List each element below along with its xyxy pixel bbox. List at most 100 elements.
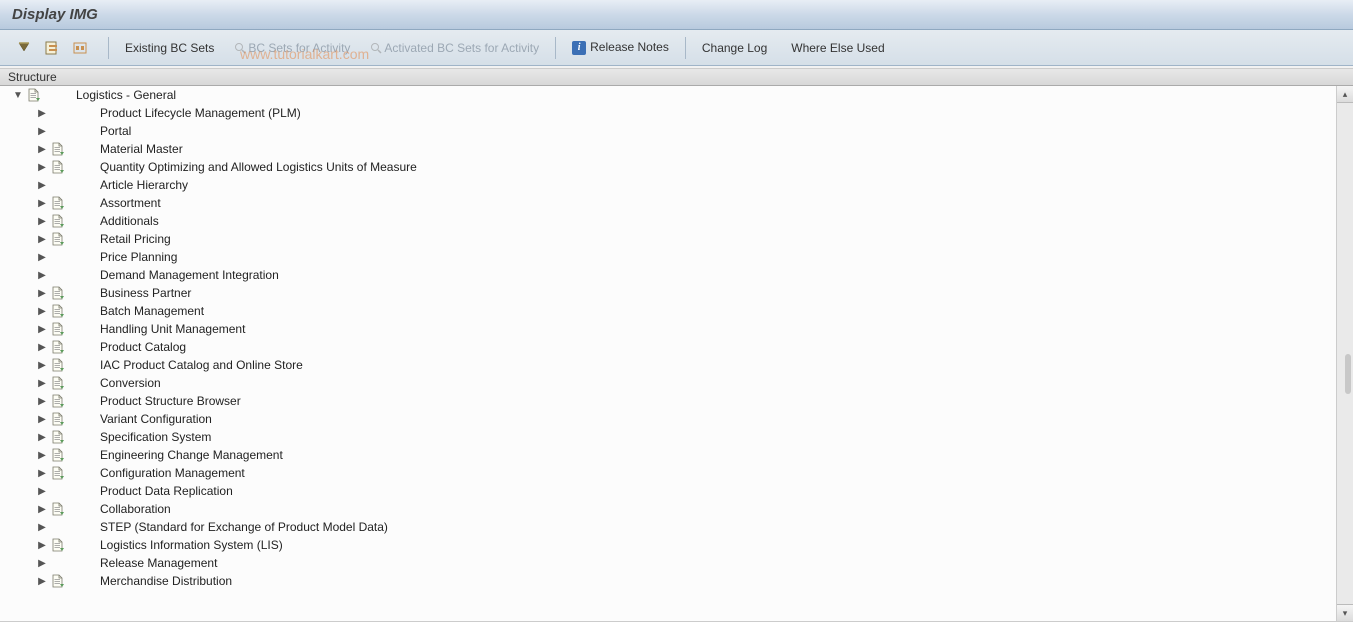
tree-node-label[interactable]: Logistics Information System (LIS) <box>100 538 283 552</box>
document-icon[interactable] <box>50 286 66 300</box>
tree-node-row[interactable]: ▶ Product Data Replication <box>8 482 1335 500</box>
document-icon[interactable] <box>50 376 66 390</box>
expand-icon[interactable]: ▶ <box>36 179 48 191</box>
change-log-button[interactable]: Change Log <box>698 41 771 55</box>
tree-node-label[interactable]: Logistics - General <box>76 88 176 102</box>
tree-node-label[interactable]: Release Management <box>100 556 217 570</box>
document-icon[interactable] <box>50 502 66 516</box>
document-icon[interactable] <box>26 88 42 102</box>
expand-icon[interactable]: ▶ <box>36 359 48 371</box>
tree-node-row[interactable]: ▶ Specification System <box>8 428 1335 446</box>
tree-node-row[interactable]: ▶ Demand Management Integration <box>8 266 1335 284</box>
tree-node-label[interactable]: Quantity Optimizing and Allowed Logistic… <box>100 160 417 174</box>
tree-node-row[interactable]: ▶ Retail Pricing <box>8 230 1335 248</box>
expand-icon[interactable]: ▶ <box>36 485 48 497</box>
document-icon[interactable] <box>50 538 66 552</box>
tree-node-label[interactable]: Demand Management Integration <box>100 268 279 282</box>
expand-icon[interactable]: ▶ <box>36 467 48 479</box>
document-icon[interactable] <box>50 160 66 174</box>
scrollbar-handle[interactable] <box>1345 354 1351 394</box>
tree-node-label[interactable]: Retail Pricing <box>100 232 171 246</box>
tree-node-label[interactable]: Material Master <box>100 142 183 156</box>
document-icon[interactable] <box>50 232 66 246</box>
tree-node-row[interactable]: ▶Portal <box>8 122 1335 140</box>
expand-icon[interactable]: ▶ <box>36 305 48 317</box>
expand-icon[interactable]: ▶ <box>36 197 48 209</box>
tree-node-row[interactable]: ▶ Additionals <box>8 212 1335 230</box>
tree-node-row[interactable]: ▶Engineering Change Management <box>8 446 1335 464</box>
img-activity-icon[interactable] <box>42 38 62 58</box>
tree-node-row[interactable]: ▶ Collaboration <box>8 500 1335 518</box>
tree-node-row[interactable]: ▶ Product Lifecycle Management (PLM) <box>8 104 1335 122</box>
expand-icon[interactable]: ▶ <box>36 413 48 425</box>
expand-icon[interactable]: ▶ <box>36 449 48 461</box>
tree-node-row[interactable]: ▶ Quantity Optimizing and Allowed Logisti… <box>8 158 1335 176</box>
document-icon[interactable] <box>50 304 66 318</box>
tree-root-row[interactable]: ▼Logistics - General <box>8 86 1335 104</box>
tree-node-label[interactable]: Additionals <box>100 214 159 228</box>
tree-node-label[interactable]: Handling Unit Management <box>100 322 245 336</box>
tree-node-row[interactable]: ▶ Handling Unit Management <box>8 320 1335 338</box>
tree-node-row[interactable]: ▶ Assortment <box>8 194 1335 212</box>
tree-node-row[interactable]: ▶Product Catalog <box>8 338 1335 356</box>
tree-node-row[interactable]: ▶ Logistics Information System (LIS) <box>8 536 1335 554</box>
tree-node-label[interactable]: Collaboration <box>100 502 171 516</box>
expand-icon[interactable]: ▶ <box>36 215 48 227</box>
document-icon[interactable] <box>50 394 66 408</box>
expand-icon[interactable]: ▶ <box>36 251 48 263</box>
window-vertical-scrollbar[interactable] <box>1343 86 1353 622</box>
expand-icon[interactable]: ▶ <box>36 341 48 353</box>
expand-icon[interactable]: ▶ <box>36 395 48 407</box>
tree-node-row[interactable]: ▶ Release Management <box>8 554 1335 572</box>
tree-node-row[interactable]: ▶Business Partner <box>8 284 1335 302</box>
expand-icon[interactable]: ▶ <box>36 377 48 389</box>
expand-icon[interactable]: ▶ <box>36 503 48 515</box>
tree-node-row[interactable]: ▶ Batch Management <box>8 302 1335 320</box>
document-icon[interactable] <box>50 214 66 228</box>
tree-node-row[interactable]: ▶ Configuration Management <box>8 464 1335 482</box>
document-icon[interactable] <box>50 322 66 336</box>
expand-subtree-icon[interactable] <box>14 38 34 58</box>
document-icon[interactable] <box>50 340 66 354</box>
expand-icon[interactable]: ▶ <box>36 233 48 245</box>
document-icon[interactable] <box>50 430 66 444</box>
tree-node-label[interactable]: Variant Configuration <box>100 412 212 426</box>
tree-node-label[interactable]: STEP (Standard for Exchange of Product M… <box>100 520 388 534</box>
expand-icon[interactable]: ▶ <box>36 161 48 173</box>
expand-icon[interactable]: ▶ <box>36 269 48 281</box>
tree-node-label[interactable]: Conversion <box>100 376 161 390</box>
tree-node-label[interactable]: Product Data Replication <box>100 484 233 498</box>
tree-node-row[interactable]: ▶Price Planning <box>8 248 1335 266</box>
expand-icon[interactable]: ▶ <box>36 539 48 551</box>
tree-node-row[interactable]: ▶IAC Product Catalog and Online Store <box>8 356 1335 374</box>
tree-node-row[interactable]: ▶STEP (Standard for Exchange of Product … <box>8 518 1335 536</box>
document-icon[interactable] <box>50 142 66 156</box>
tree-node-label[interactable]: Business Partner <box>100 286 191 300</box>
tree-node-label[interactable]: Batch Management <box>100 304 204 318</box>
release-notes-button[interactable]: iRelease Notes <box>568 40 673 55</box>
tree-node-label[interactable]: Configuration Management <box>100 466 245 480</box>
tree-node-row[interactable]: ▶Product Structure Browser <box>8 392 1335 410</box>
expand-icon[interactable]: ▶ <box>36 557 48 569</box>
expand-icon[interactable]: ▶ <box>36 125 48 137</box>
where-else-used-button[interactable]: Where Else Used <box>787 41 888 55</box>
existing-bc-sets-button[interactable]: Existing BC Sets <box>121 41 218 55</box>
expand-icon[interactable]: ▶ <box>36 431 48 443</box>
expand-icon[interactable]: ▶ <box>36 323 48 335</box>
document-icon[interactable] <box>50 412 66 426</box>
tree-node-row[interactable]: ▶ Conversion <box>8 374 1335 392</box>
tree-node-label[interactable]: Product Lifecycle Management (PLM) <box>100 106 301 120</box>
document-icon[interactable] <box>50 574 66 588</box>
tree-node-label[interactable]: Article Hierarchy <box>100 178 188 192</box>
tree-node-label[interactable]: Assortment <box>100 196 161 210</box>
expand-icon[interactable]: ▶ <box>36 575 48 587</box>
expand-icon[interactable]: ▶ <box>36 143 48 155</box>
tree-node-row[interactable]: ▶ Material Master <box>8 140 1335 158</box>
tree-node-label[interactable]: Specification System <box>100 430 211 444</box>
document-icon[interactable] <box>50 196 66 210</box>
tree-node-label[interactable]: Merchandise Distribution <box>100 574 232 588</box>
tree-node-row[interactable]: ▶ Merchandise Distribution <box>8 572 1335 590</box>
tree-node-row[interactable]: ▶ Variant Configuration <box>8 410 1335 428</box>
document-icon[interactable] <box>50 358 66 372</box>
expand-icon[interactable]: ▶ <box>36 107 48 119</box>
